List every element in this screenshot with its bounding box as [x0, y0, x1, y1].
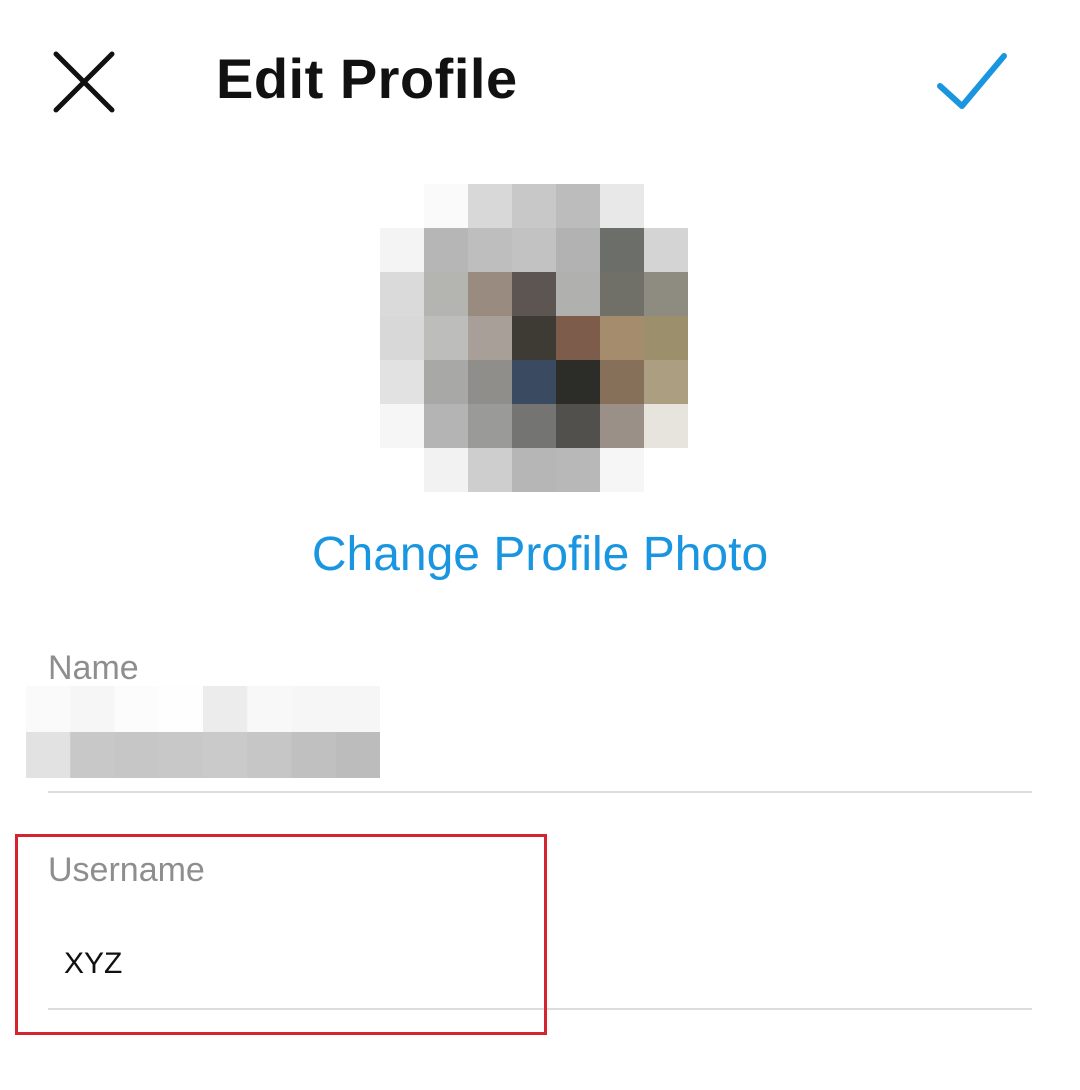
avatar-pixel — [468, 360, 512, 404]
close-button[interactable] — [44, 42, 124, 122]
avatar — [380, 184, 688, 492]
close-icon — [53, 51, 115, 113]
avatar-pixel — [512, 272, 556, 316]
avatar-pixel — [600, 360, 644, 404]
avatar-pixel — [600, 316, 644, 360]
avatar-pixel — [424, 448, 468, 492]
avatar-pixel — [512, 404, 556, 448]
name-pixel — [26, 686, 71, 732]
avatar-pixel — [512, 360, 556, 404]
avatar-pixel — [600, 404, 644, 448]
name-divider — [48, 791, 1032, 793]
name-pixel — [114, 686, 160, 732]
username-divider — [48, 1008, 1032, 1010]
name-label: Name — [48, 649, 139, 687]
checkmark-icon — [937, 53, 1007, 109]
name-pixel — [335, 686, 380, 732]
avatar-pixel — [512, 184, 556, 228]
avatar-pixel — [380, 272, 424, 316]
avatar-pixel — [556, 228, 600, 272]
avatar-pixel — [468, 404, 512, 448]
avatar-pixel — [644, 316, 688, 360]
avatar-pixel — [424, 404, 468, 448]
name-pixel — [247, 686, 292, 732]
page-title: Edit Profile — [216, 47, 518, 110]
avatar-pixel — [468, 448, 512, 492]
avatar-pixel — [556, 184, 600, 228]
avatar-pixel — [556, 316, 600, 360]
avatar-pixel — [380, 228, 424, 272]
avatar-pixel — [644, 360, 688, 404]
name-pixel — [114, 732, 160, 778]
avatar-pixel — [556, 448, 600, 492]
avatar-pixel — [468, 228, 512, 272]
avatar-pixel — [424, 272, 468, 316]
name-pixel — [158, 732, 204, 778]
avatar-pixel — [380, 404, 424, 448]
avatar-pixel — [424, 184, 468, 228]
avatar-pixel — [468, 316, 512, 360]
name-pixel — [203, 732, 248, 778]
avatar-pixel — [644, 228, 688, 272]
avatar-pixel — [424, 360, 468, 404]
avatar-pixel — [600, 448, 644, 492]
username-input[interactable] — [48, 932, 1024, 996]
username-label: Username — [48, 851, 205, 889]
avatar-pixel — [556, 272, 600, 316]
avatar-pixel — [600, 184, 644, 228]
avatar-pixel — [380, 360, 424, 404]
name-pixel — [247, 732, 292, 778]
avatar-pixel — [600, 272, 644, 316]
avatar-pixel — [424, 316, 468, 360]
name-pixel — [335, 732, 380, 778]
change-profile-photo-link[interactable]: Change Profile Photo — [0, 520, 1080, 590]
avatar-pixel — [380, 316, 424, 360]
avatar-pixel — [468, 272, 512, 316]
name-pixel — [26, 732, 71, 778]
avatar-pixel — [468, 184, 512, 228]
avatar-pixel — [424, 228, 468, 272]
name-pixel — [70, 686, 115, 732]
name-pixel — [291, 732, 337, 778]
avatar-pixel — [644, 272, 688, 316]
name-pixel — [70, 732, 115, 778]
avatar-pixel — [512, 316, 556, 360]
name-pixel — [291, 686, 337, 732]
avatar-pixel — [644, 404, 688, 448]
confirm-button[interactable] — [930, 40, 1014, 124]
name-field[interactable] — [26, 686, 380, 778]
top-bar: Edit Profile — [0, 0, 1080, 160]
avatar-pixel — [512, 448, 556, 492]
name-pixel — [203, 686, 248, 732]
avatar-pixel — [556, 404, 600, 448]
avatar-pixel — [512, 228, 556, 272]
profile-photo[interactable] — [380, 184, 688, 492]
name-pixel — [158, 686, 204, 732]
avatar-pixel — [556, 360, 600, 404]
name-value-obscured — [26, 686, 380, 778]
avatar-pixel — [600, 228, 644, 272]
